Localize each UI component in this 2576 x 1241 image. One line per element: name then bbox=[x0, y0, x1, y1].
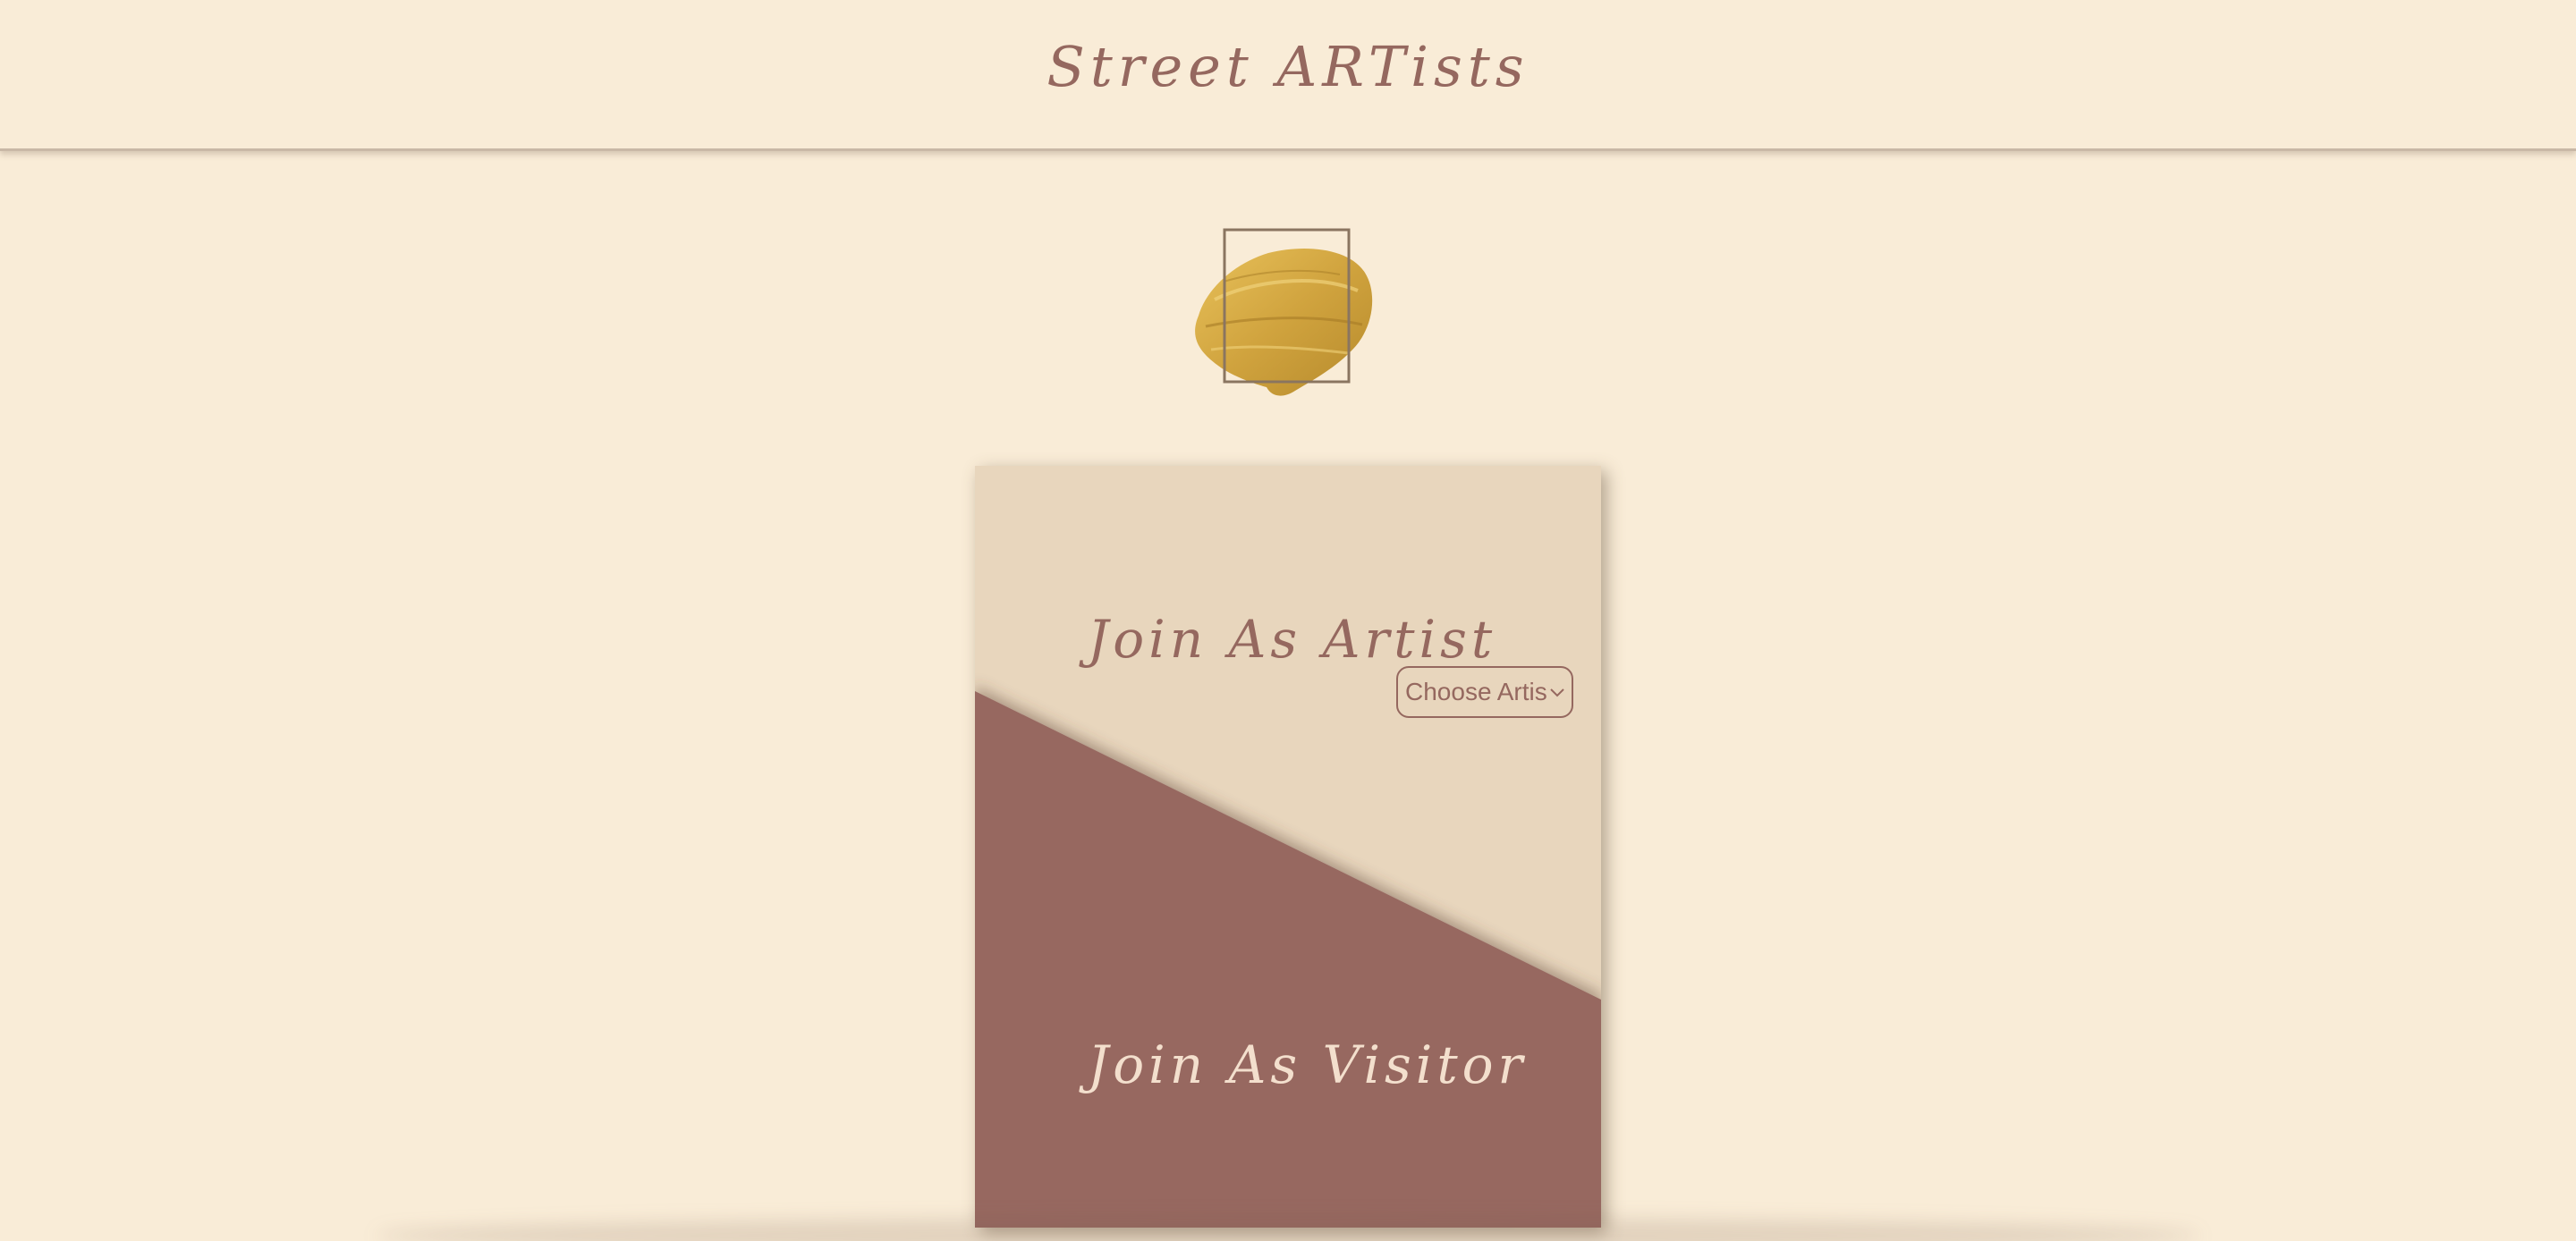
join-as-artist-link[interactable]: Join As Artist bbox=[1088, 609, 1492, 670]
visitor-panel-background bbox=[975, 691, 1601, 1228]
site-title[interactable]: Street ARTists bbox=[0, 34, 2576, 99]
site-header: Street ARTists bbox=[0, 0, 2576, 151]
join-card: Join As Artist Choose Artis Join As Visi… bbox=[975, 466, 1601, 1228]
artist-type-select-value: Choose Artis bbox=[1405, 678, 1547, 705]
bottom-shadow bbox=[376, 1218, 2200, 1241]
join-as-visitor-link[interactable]: Join As Visitor bbox=[1088, 1034, 1522, 1095]
page: Street ARTists Join As Artist Choose Art… bbox=[0, 0, 2576, 1241]
logo[interactable] bbox=[1179, 228, 1386, 403]
artist-type-select[interactable]: Choose Artis bbox=[1396, 666, 1573, 718]
gold-paint-brush-stroke-icon bbox=[1195, 228, 1373, 396]
chevron-down-icon bbox=[1550, 688, 1564, 697]
